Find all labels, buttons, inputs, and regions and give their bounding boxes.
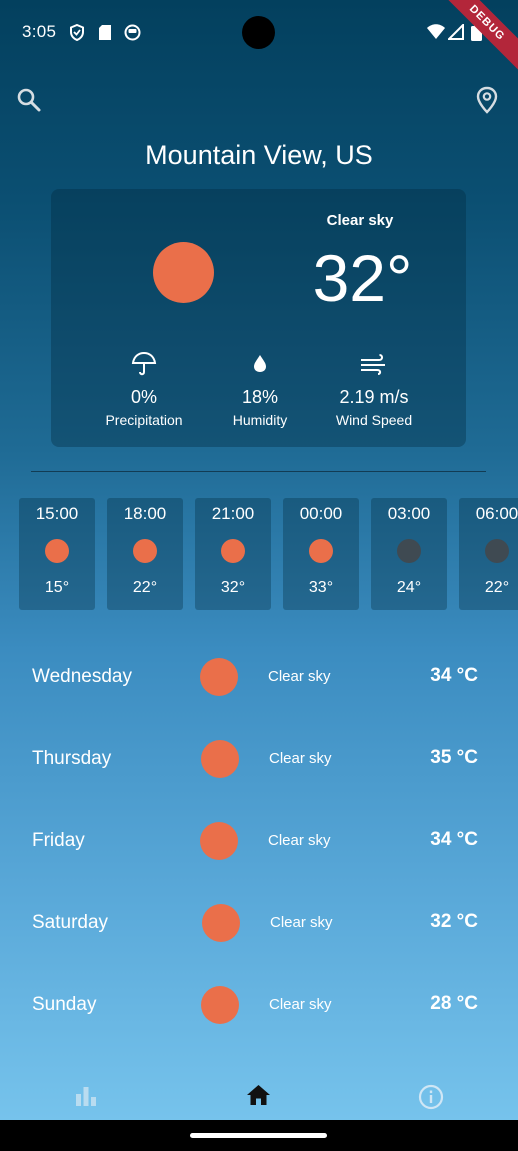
hourly-item[interactable]: 15:00 15° (19, 498, 95, 610)
day-condition: Clear sky (270, 914, 333, 931)
current-temperature: 32° (312, 241, 413, 315)
hour-time: 00:00 (299, 504, 343, 523)
day-temp: 35 °C (430, 747, 478, 768)
info-icon[interactable] (418, 1084, 444, 1110)
humidity-value: 18% (241, 387, 279, 407)
day-name: Sunday (32, 994, 97, 1015)
day-condition: Clear sky (268, 668, 331, 685)
day-temp: 28 °C (430, 993, 478, 1014)
day-temp: 34 °C (430, 829, 478, 850)
cellular-signal-icon (448, 24, 464, 40)
divider (31, 471, 486, 472)
hourly-item[interactable]: 00:00 33° (283, 498, 359, 610)
bottom-navigation (0, 1072, 518, 1120)
droplet-icon (254, 355, 266, 372)
moon-icon (397, 539, 421, 563)
wind-speed-stat: 2.19 m/s Wind Speed (314, 352, 434, 428)
precipitation-stat: 0% Precipitation (84, 351, 204, 428)
hourly-item[interactable]: 06:00 22° (459, 498, 518, 610)
hour-temp: 15° (44, 579, 70, 596)
daily-row[interactable]: Sunday Clear sky 28 °C (0, 976, 518, 1036)
sun-icon (45, 539, 69, 563)
day-temp: 32 °C (430, 911, 478, 932)
hourly-item[interactable]: 21:00 32° (195, 498, 271, 610)
wind-speed-value: 2.19 m/s (339, 387, 409, 407)
sun-icon (153, 242, 214, 303)
current-condition: Clear sky (326, 212, 394, 229)
hourly-item[interactable]: 03:00 24° (371, 498, 447, 610)
day-name: Saturday (32, 912, 109, 933)
status-bar: 3:05 DEBUG (0, 0, 518, 77)
day-temp: 34 °C (430, 665, 478, 686)
daily-row[interactable]: Wednesday Clear sky 34 °C (0, 648, 518, 708)
bar-chart-icon[interactable] (75, 1086, 97, 1106)
day-name: Wednesday (32, 666, 132, 687)
hour-temp: 24° (396, 579, 422, 596)
wifi-icon (427, 24, 445, 39)
sun-icon (133, 539, 157, 563)
sun-icon (200, 822, 238, 860)
hourly-item[interactable]: 18:00 22° (107, 498, 183, 610)
day-name: Thursday (32, 748, 112, 769)
precipitation-label: Precipitation (105, 412, 183, 428)
day-name: Friday (32, 830, 85, 851)
humidity-label: Humidity (232, 412, 288, 428)
sun-icon (200, 658, 238, 696)
hour-time: 15:00 (35, 504, 79, 523)
sun-icon (221, 539, 245, 563)
shield-icon (70, 24, 84, 41)
hour-time: 21:00 (211, 504, 255, 523)
day-condition: Clear sky (268, 832, 331, 849)
home-icon[interactable] (246, 1084, 271, 1106)
day-condition: Clear sky (269, 996, 332, 1013)
hour-time: 06:00 (475, 504, 518, 523)
search-icon[interactable] (16, 87, 42, 113)
daily-row[interactable]: Friday Clear sky 34 °C (0, 812, 518, 872)
hour-temp: 22° (132, 579, 158, 596)
location-pin-icon[interactable] (476, 86, 498, 114)
precipitation-value: 0% (130, 387, 157, 407)
app-notification-icon (124, 24, 141, 41)
hour-temp: 33° (308, 579, 334, 596)
status-time: 3:05 (22, 22, 57, 41)
humidity-stat: 18% Humidity (200, 352, 320, 428)
hour-temp: 32° (220, 579, 246, 596)
sun-icon (201, 986, 239, 1024)
sun-icon (201, 740, 239, 778)
wind-icon (361, 354, 385, 375)
home-gesture-handle[interactable] (190, 1133, 327, 1138)
day-condition: Clear sky (269, 750, 332, 767)
hour-time: 03:00 (387, 504, 431, 523)
daily-row[interactable]: Saturday Clear sky 32 °C (0, 894, 518, 954)
sd-card-icon (99, 25, 111, 40)
daily-row[interactable]: Thursday Clear sky 35 °C (0, 730, 518, 790)
location-title: Mountain View, US (145, 140, 373, 170)
camera-cutout (242, 16, 275, 49)
wind-speed-label: Wind Speed (335, 412, 413, 428)
moon-icon (485, 539, 509, 563)
umbrella-icon (131, 351, 157, 376)
hour-time: 18:00 (123, 504, 167, 523)
hour-temp: 22° (484, 579, 510, 596)
sun-icon (309, 539, 333, 563)
sun-icon (202, 904, 240, 942)
